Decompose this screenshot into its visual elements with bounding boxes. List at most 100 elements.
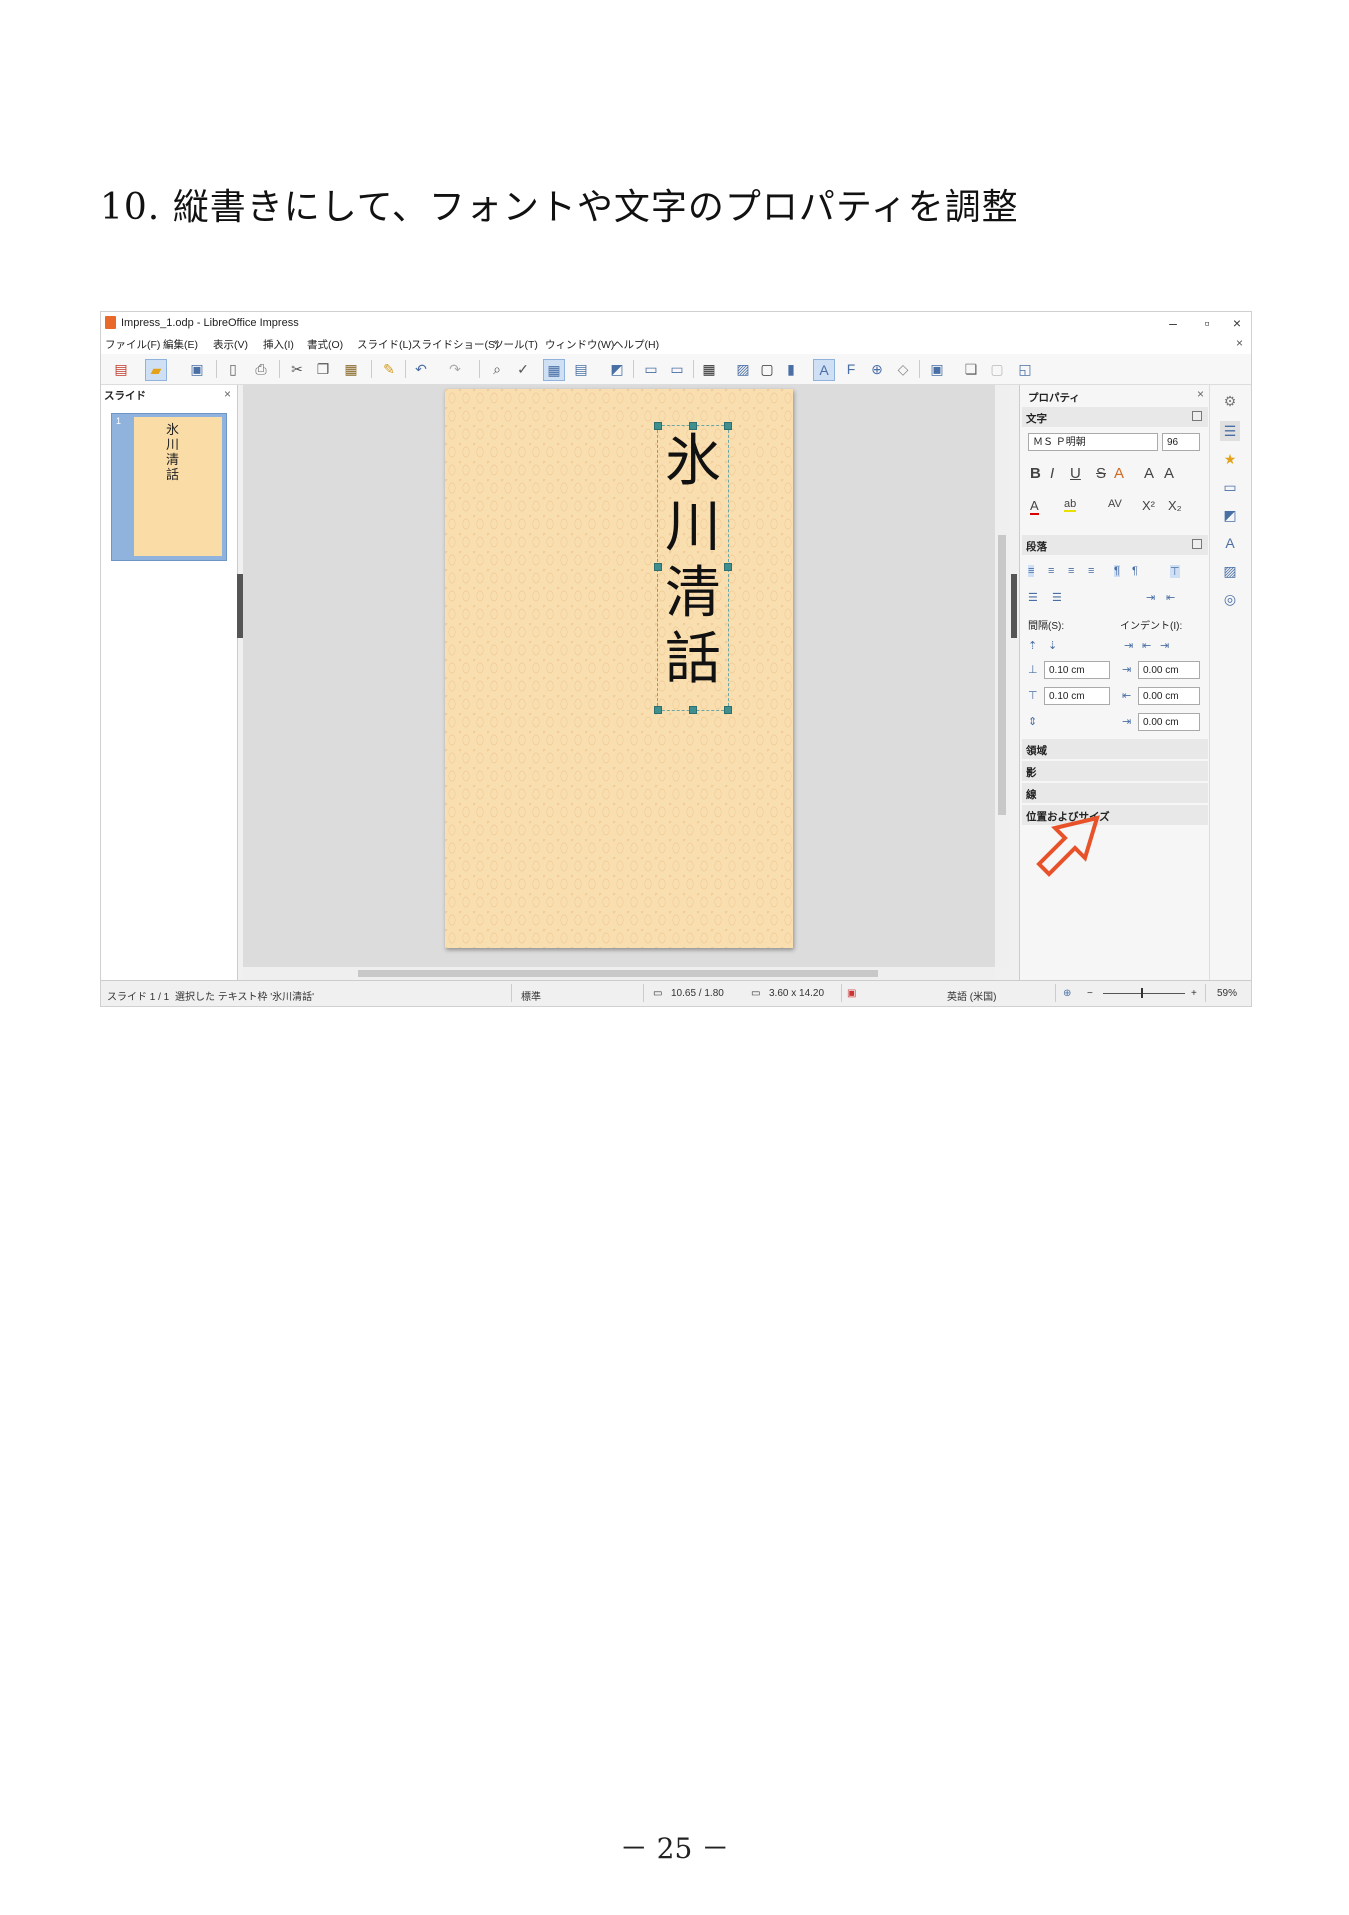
menu-format[interactable]: 書式(O) — [307, 337, 343, 352]
resize-handle[interactable] — [654, 422, 662, 430]
strikethrough-button[interactable]: S — [1096, 465, 1106, 482]
textbox-icon[interactable]: A — [813, 359, 835, 381]
properties-tab-icon[interactable]: ☰ — [1220, 421, 1240, 441]
resize-handle[interactable] — [654, 706, 662, 714]
close-document-icon[interactable]: × — [1236, 336, 1243, 350]
line-section-header[interactable] — [1022, 783, 1208, 803]
increase-font-button[interactable]: A — [1144, 465, 1154, 482]
align-center-icon[interactable]: ≡ — [1048, 565, 1054, 577]
align-right-icon[interactable]: ≡ — [1068, 565, 1074, 577]
before-text-indent-field[interactable]: 0.00 cm — [1138, 661, 1200, 679]
sidebar-collapse-handle[interactable] — [1011, 574, 1017, 638]
restore-button[interactable]: ▫ — [1195, 314, 1219, 332]
slides-pane-close-icon[interactable]: × — [224, 387, 231, 401]
menu-slide[interactable]: スライド(L) — [357, 337, 412, 352]
animation-tab-icon[interactable]: ▭ — [1220, 477, 1240, 497]
decrease-spacing-icon[interactable]: ⇣ — [1048, 639, 1057, 652]
zoom-slider-knob[interactable] — [1141, 988, 1143, 998]
resize-handle[interactable] — [654, 563, 662, 571]
character-more-options-icon[interactable] — [1192, 411, 1202, 421]
document-modified-icon[interactable]: ▣ — [847, 988, 856, 999]
menu-insert[interactable]: 挿入(I) — [263, 337, 294, 352]
horizontal-scrollbar[interactable] — [243, 967, 995, 980]
status-zoom[interactable]: 59% — [1217, 988, 1237, 999]
area-section-header[interactable] — [1022, 739, 1208, 759]
minimize-button[interactable]: – — [1161, 314, 1185, 332]
start-current-slide-icon[interactable]: ▭ — [667, 359, 687, 379]
slide-layout-icon[interactable]: ◱ — [1015, 359, 1035, 379]
character-section-header[interactable] — [1022, 407, 1208, 427]
italic-button[interactable]: I — [1050, 465, 1054, 482]
resize-handle[interactable] — [689, 706, 697, 714]
paragraph-section-header[interactable] — [1022, 535, 1208, 555]
menu-file[interactable]: ファイル(F) — [105, 337, 160, 352]
print-icon[interactable]: ⎙ — [251, 359, 271, 379]
new-document-icon[interactable]: ▤ — [111, 359, 131, 379]
increase-spacing-icon[interactable]: ⇡ — [1028, 639, 1037, 652]
slide-icon[interactable]: ▣ — [927, 359, 947, 379]
slide-transition-tab-icon[interactable]: ★ — [1220, 449, 1240, 469]
spelling-icon[interactable]: ✓ — [513, 359, 533, 379]
redo-icon[interactable]: ↷ — [445, 359, 465, 379]
hanging-indent-icon[interactable]: ⇥ — [1160, 639, 1169, 652]
shadow-section-header[interactable] — [1022, 761, 1208, 781]
first-line-indent-field[interactable]: 0.00 cm — [1138, 713, 1200, 731]
resize-handle[interactable] — [724, 563, 732, 571]
decrease-font-button[interactable]: A — [1164, 465, 1174, 482]
undo-icon[interactable]: ↶ — [411, 359, 431, 379]
menu-tools[interactable]: ツール(T) — [493, 337, 538, 352]
shapes-icon[interactable]: ◇ — [893, 359, 913, 379]
save-icon[interactable]: ▣ — [187, 359, 207, 379]
menu-window[interactable]: ウィンドウ(W) — [545, 337, 614, 352]
display-views-icon[interactable]: ▤ — [571, 359, 591, 379]
justify-icon[interactable]: ≡ — [1088, 565, 1094, 577]
media-icon[interactable]: ▢ — [757, 359, 777, 379]
chart-icon[interactable]: ▮ — [781, 359, 801, 379]
font-color-button[interactable]: A — [1030, 498, 1039, 515]
font-size-field[interactable]: 96 — [1162, 433, 1200, 451]
superscript-button[interactable]: X² — [1142, 498, 1155, 513]
resize-handle[interactable] — [724, 706, 732, 714]
indent-increase-icon[interactable]: ⇥ — [1124, 639, 1133, 652]
grid-icon[interactable]: ▦ — [543, 359, 565, 381]
clone-formatting-icon[interactable]: ✎ — [379, 359, 399, 379]
paragraph-more-options-icon[interactable] — [1192, 539, 1202, 549]
slide-canvas[interactable]: 氷川清話 — [243, 385, 995, 980]
left-to-right-icon[interactable]: ¶ — [1114, 565, 1120, 577]
indent-decrease-icon[interactable]: ⇤ — [1142, 639, 1151, 652]
cut-icon[interactable]: ✂ — [287, 359, 307, 379]
bullets-icon[interactable]: ☰ — [1028, 591, 1038, 604]
align-left-icon[interactable]: ≡ — [1028, 565, 1035, 577]
close-window-button[interactable]: × — [1225, 314, 1249, 332]
master-slide-icon[interactable]: ◩ — [607, 359, 627, 379]
start-first-slide-icon[interactable]: ▭ — [641, 359, 661, 379]
status-language[interactable]: 英語 (米国) — [947, 988, 996, 1003]
duplicate-slide-icon[interactable]: ❏ — [961, 359, 981, 379]
font-name-field[interactable]: ＭＳ Ｐ明朝 — [1028, 433, 1158, 451]
menu-help[interactable]: ヘルプ(H) — [613, 337, 659, 352]
slide-thumbnail[interactable]: 1 氷川清話 — [111, 413, 227, 561]
open-folder-icon[interactable]: ▰ — [145, 359, 167, 381]
numbering-icon[interactable]: ☰ — [1052, 591, 1062, 604]
export-pdf-icon[interactable]: ▯ — [223, 359, 243, 379]
character-spacing-button[interactable]: AV — [1108, 498, 1122, 510]
styles-tab-icon[interactable]: A — [1220, 533, 1240, 553]
fontwork-icon[interactable]: F — [841, 359, 861, 379]
paste-icon[interactable]: ▦ — [341, 359, 361, 379]
table-icon[interactable]: ▦ — [699, 359, 719, 379]
menu-view[interactable]: 表示(V) — [213, 337, 248, 352]
zoom-out-button[interactable]: − — [1087, 988, 1093, 999]
properties-close-icon[interactable]: × — [1197, 387, 1204, 401]
hyperlink-icon[interactable]: ⊕ — [867, 359, 887, 379]
menu-edit[interactable]: 編集(E) — [163, 337, 198, 352]
fit-slide-icon[interactable]: ⊕ — [1063, 988, 1071, 999]
subscript-button[interactable]: X₂ — [1168, 498, 1182, 513]
right-to-left-icon[interactable]: ¶ — [1132, 565, 1138, 577]
image-icon[interactable]: ▨ — [733, 359, 753, 379]
master-slides-tab-icon[interactable]: ◩ — [1220, 505, 1240, 525]
shadow-button[interactable]: A — [1114, 465, 1124, 482]
find-replace-icon[interactable]: ⌕ — [487, 359, 507, 379]
after-text-indent-field[interactable]: 0.00 cm — [1138, 687, 1200, 705]
decrease-indent-icon[interactable]: ⇤ — [1166, 591, 1175, 604]
status-layout[interactable]: 標準 — [521, 988, 541, 1003]
